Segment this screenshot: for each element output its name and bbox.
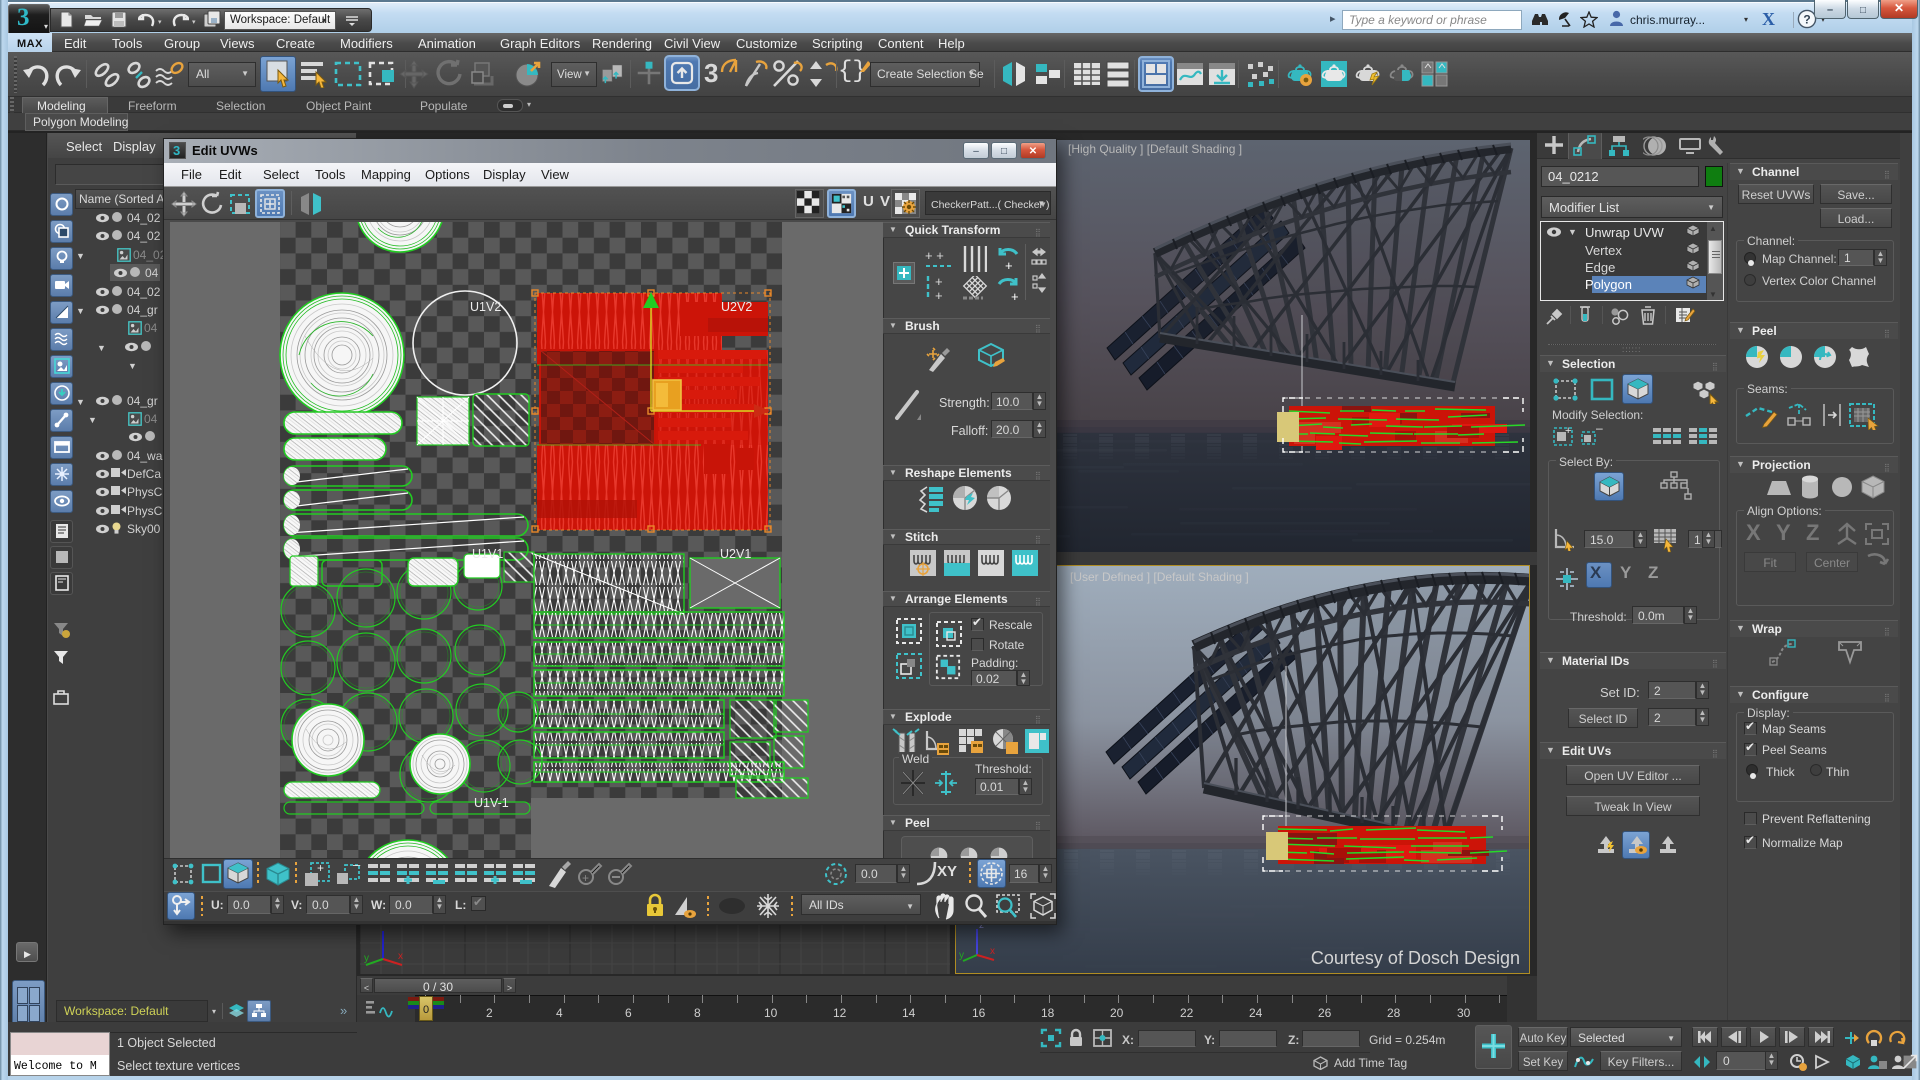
svg-text:?: ? xyxy=(1803,13,1810,27)
svg-text:+: + xyxy=(1005,258,1013,273)
svg-text:U2V1: U2V1 xyxy=(720,547,751,561)
svg-text:+: + xyxy=(1565,425,1571,437)
svg-text:U1V1: U1V1 xyxy=(472,547,503,561)
svg-text:x: x xyxy=(990,946,995,957)
svg-text:[High Quality ] [Default Shadi: [High Quality ] [Default Shading ] xyxy=(1068,142,1242,156)
svg-text:+: + xyxy=(935,274,943,289)
svg-text:–: – xyxy=(353,861,361,872)
svg-text:Courtesy of Dosch Design: Courtesy of Dosch Design xyxy=(1311,948,1520,968)
svg-text:+: + xyxy=(582,871,589,885)
svg-text:U1V-1: U1V-1 xyxy=(474,796,509,810)
svg-text:U2V2: U2V2 xyxy=(721,300,752,314)
svg-text:y: y xyxy=(364,953,369,964)
svg-text:U1V2: U1V2 xyxy=(470,300,501,314)
svg-text:y: y xyxy=(959,950,964,961)
svg-text:+: + xyxy=(1011,289,1019,304)
svg-text:+: + xyxy=(317,861,324,875)
svg-text:–: – xyxy=(1596,424,1603,435)
svg-text:+ +: + + xyxy=(925,248,944,263)
svg-text:+: + xyxy=(935,288,943,303)
svg-text:x: x xyxy=(398,951,403,962)
